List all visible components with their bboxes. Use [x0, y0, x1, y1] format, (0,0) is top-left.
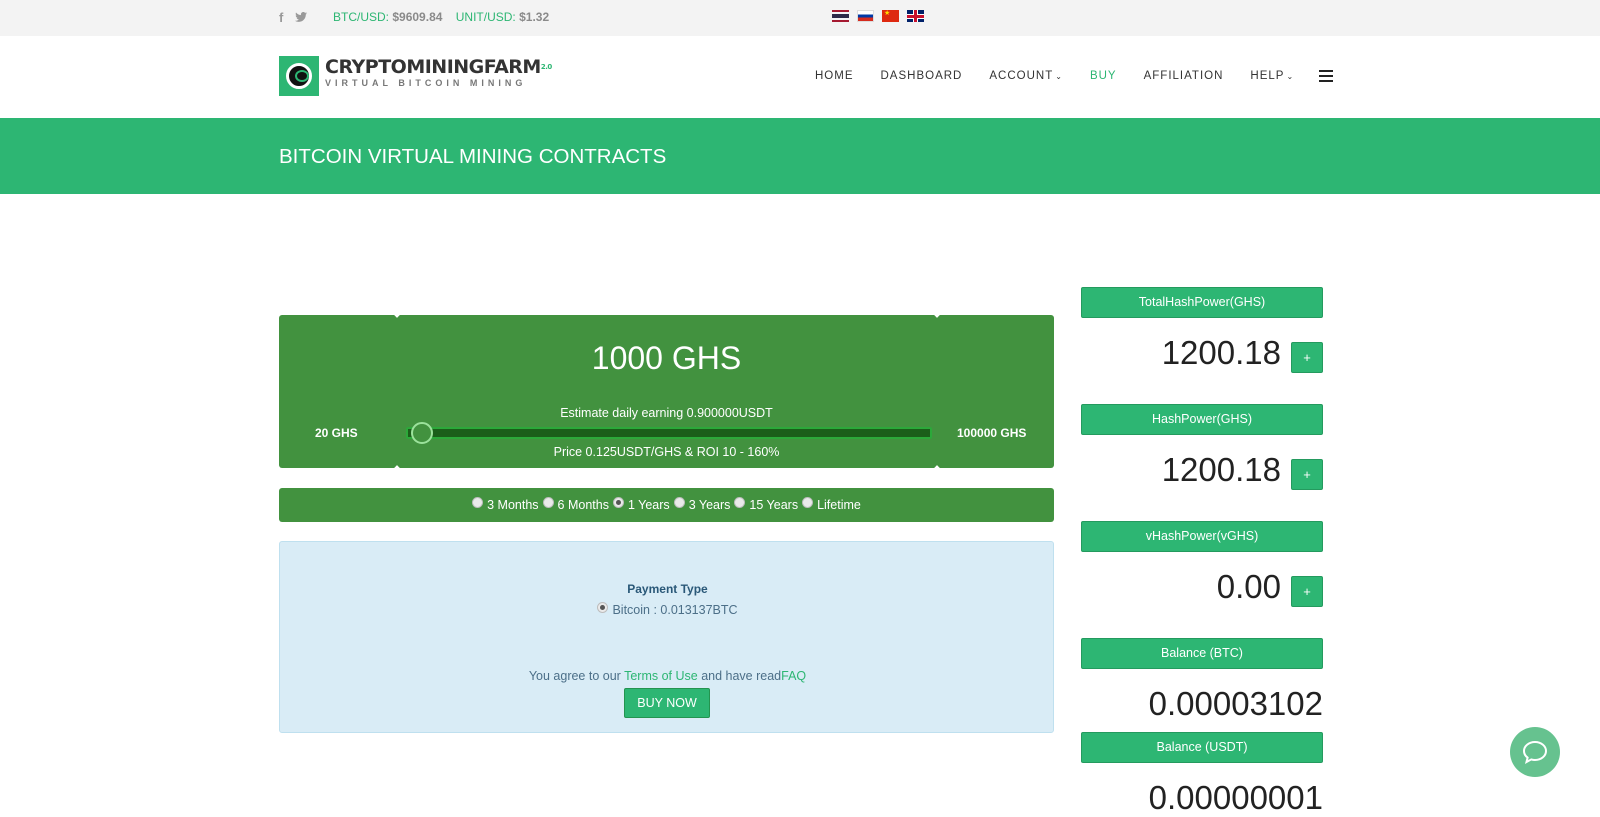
radio-button[interactable]	[673, 496, 685, 508]
add-total-hashpower-button[interactable]: +	[1291, 342, 1323, 373]
unit-usd-value: $1.32	[519, 10, 550, 24]
chat-button[interactable]	[1510, 727, 1560, 777]
divider-notch	[934, 465, 940, 471]
divider-notch	[934, 312, 940, 318]
divider-notch	[394, 312, 400, 318]
thailand-flag-icon[interactable]	[832, 10, 849, 22]
nav-account[interactable]: ACCOUNT ⌄	[989, 70, 1063, 82]
payment-type-title: Payment Type	[627, 582, 708, 596]
period-option-lifetime[interactable]: Lifetime	[802, 496, 861, 512]
uk-flag-icon[interactable]	[907, 10, 924, 22]
balance-usdt-value: 0.00000001	[1148, 779, 1323, 816]
menu-icon[interactable]	[1319, 70, 1334, 82]
unit-usd-label: UNIT/USD:	[455, 10, 516, 24]
logo-subtitle: VIRTUAL BITCOIN MINING	[325, 78, 527, 88]
radio-button[interactable]	[472, 496, 484, 508]
top-bar: f BTC/USD: $9609.84 UNIT/USD: $1.32	[0, 0, 1600, 36]
main-nav: HOME DASHBOARD ACCOUNT ⌄ BUY AFFILIATION …	[815, 70, 1334, 82]
total-hashpower-value: 1200.18	[1161, 334, 1281, 371]
radio-button-selected[interactable]	[612, 496, 624, 508]
period-option-3-years[interactable]: 3 Years	[673, 496, 730, 512]
hashpower-slider[interactable]	[406, 422, 932, 444]
period-option-3-months[interactable]: 3 Months	[472, 496, 539, 512]
radio-button[interactable]	[734, 496, 746, 508]
vhashpower-label: vHashPower(vGHS)	[1081, 521, 1323, 552]
chevron-down-icon: ⌄	[1055, 72, 1063, 81]
logo-mark-icon	[279, 56, 319, 96]
price-roi-text: Price 0.125USDT/GHS & ROI 10 - 160%	[553, 445, 780, 459]
radio-button[interactable]	[542, 496, 554, 508]
selected-ghs-value: 1000 GHS	[591, 340, 742, 376]
add-hashpower-button[interactable]: +	[1291, 459, 1323, 490]
facebook-icon[interactable]: f	[279, 10, 283, 25]
balance-usdt-label: Balance (USDT)	[1081, 732, 1323, 763]
nav-home[interactable]: HOME	[815, 70, 854, 82]
slider-handle[interactable]	[411, 422, 434, 444]
site-logo[interactable]: CRYPTOMININGFARM2.0 VIRTUAL BITCOIN MINI…	[279, 56, 552, 96]
china-flag-icon[interactable]	[882, 9, 899, 22]
page-banner: BITCOIN VIRTUAL MINING CONTRACTS	[0, 118, 1600, 194]
buy-now-button[interactable]: BUY NOW	[624, 688, 710, 718]
nav-dashboard[interactable]: DASHBOARD	[881, 70, 963, 82]
balance-btc-label: Balance (BTC)	[1081, 638, 1323, 669]
daily-earning-estimate: Estimate daily earning 0.900000USDT	[560, 406, 773, 420]
nav-help-label: HELP	[1250, 70, 1285, 82]
terms-agreement: You agree to our Terms of Use and have r…	[528, 669, 807, 683]
language-flags	[832, 9, 924, 22]
hashpower-value: 1200.18	[1161, 451, 1281, 488]
vhashpower-value: 0.00	[1216, 568, 1281, 605]
nav-account-label: ACCOUNT	[989, 70, 1054, 82]
radio-button[interactable]	[802, 496, 814, 508]
radio-button-selected[interactable]	[597, 602, 609, 613]
total-hashpower-label: TotalHashPower(GHS)	[1081, 287, 1323, 318]
period-option-1-years[interactable]: 1 Years	[612, 496, 670, 512]
logo-version: 2.0	[540, 63, 552, 71]
payment-panel: Payment Type Bitcoin : 0.013137BTC You a…	[279, 541, 1054, 733]
logo-title: CRYPTOMININGFARM	[325, 56, 541, 78]
btc-usd-label: BTC/USD:	[333, 10, 390, 24]
max-ghs-label: 100000 GHS	[957, 426, 1027, 440]
hashpower-label: HashPower(GHS)	[1081, 404, 1323, 435]
btc-usd-value: $9609.84	[392, 10, 443, 24]
add-vhashpower-button[interactable]: +	[1291, 576, 1323, 607]
balance-btc-value: 0.00003102	[1148, 685, 1323, 722]
nav-buy[interactable]: BUY	[1090, 70, 1117, 82]
social-links: f	[279, 10, 308, 25]
period-option-15-years[interactable]: 15 Years	[734, 496, 798, 512]
faq-link[interactable]: FAQ	[781, 669, 806, 683]
exchange-rates: BTC/USD: $9609.84 UNIT/USD: $1.32	[333, 10, 549, 24]
twitter-icon[interactable]	[295, 10, 308, 25]
terms-of-use-link[interactable]: Terms of Use	[624, 669, 698, 683]
page-title: BITCOIN VIRTUAL MINING CONTRACTS	[279, 145, 667, 168]
payment-option-bitcoin[interactable]: Bitcoin : 0.013137BTC	[280, 602, 1055, 617]
nav-affiliation[interactable]: AFFILIATION	[1144, 70, 1224, 82]
hashpower-selector: 1000 GHS 20 GHS Estimate daily earning 0…	[279, 312, 1054, 471]
divider-notch	[394, 465, 400, 471]
min-ghs-label: 20 GHS	[315, 426, 358, 440]
site-header: CRYPTOMININGFARM2.0 VIRTUAL BITCOIN MINI…	[0, 36, 1600, 118]
payment-option-label: Bitcoin : 0.013137BTC	[612, 603, 738, 617]
period-option-6-months[interactable]: 6 Months	[542, 496, 609, 512]
russia-flag-icon[interactable]	[857, 10, 874, 22]
chat-bubble-icon	[1522, 740, 1548, 764]
chevron-down-icon: ⌄	[1286, 72, 1295, 81]
nav-help[interactable]: HELP ⌄	[1250, 70, 1294, 82]
contract-period-selector: 3 Months 6 Months 1 Years 3 Years 15 Yea…	[279, 488, 1054, 522]
